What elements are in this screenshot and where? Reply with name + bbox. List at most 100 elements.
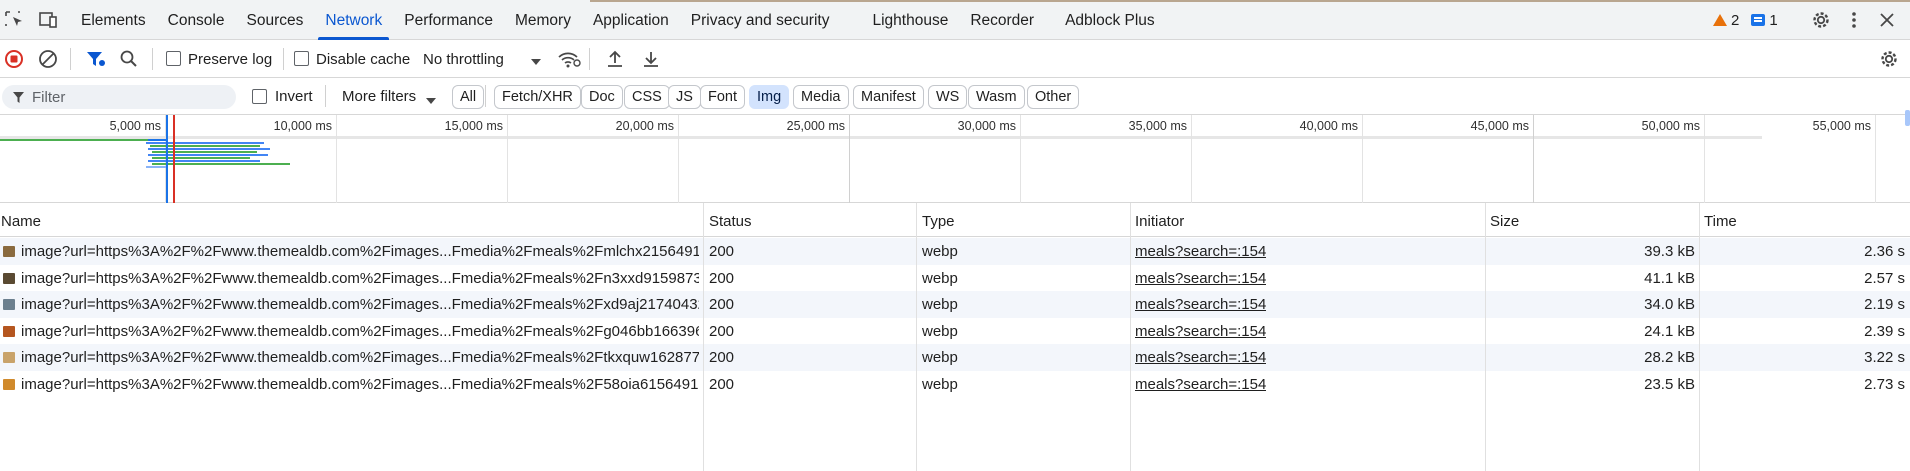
filter-input[interactable]	[32, 87, 227, 107]
type-filter-media[interactable]: Media	[793, 85, 849, 109]
overview-scroll-handle[interactable]	[1905, 110, 1910, 126]
request-initiator-link[interactable]: meals?search=:154	[1135, 349, 1266, 366]
type-filter-other[interactable]: Other	[1027, 85, 1080, 109]
requests-table-body: image?url=https%3A%2F%2Fwww.themealdb.co…	[0, 238, 1910, 397]
tab-recorder[interactable]: Recorder	[959, 0, 1054, 40]
column-header-initiator[interactable]: Initiator	[1135, 213, 1184, 230]
stop-recording-icon[interactable]	[4, 49, 24, 72]
column-divider[interactable]	[1130, 203, 1131, 471]
timeline-overview[interactable]: 5,000 ms 10,000 ms 15,000 ms 20,000 ms 2…	[0, 115, 1910, 203]
device-toolbar-icon[interactable]	[37, 10, 59, 30]
waterfall-bar	[146, 142, 264, 144]
column-header-time[interactable]: Time	[1704, 213, 1737, 230]
type-filter-fetch-xhr[interactable]: Fetch/XHR	[494, 85, 581, 109]
warning-icon	[1713, 14, 1727, 26]
column-header-size[interactable]: Size	[1490, 213, 1519, 230]
network-settings-gear-icon[interactable]	[1878, 49, 1900, 72]
close-icon[interactable]	[1876, 10, 1898, 30]
request-type: webp	[922, 296, 958, 313]
invert-checkbox[interactable]	[252, 89, 267, 104]
gridline	[1533, 115, 1534, 203]
warning-count: 2	[1731, 11, 1740, 29]
gridline	[678, 115, 679, 203]
disable-cache-label: Disable cache	[316, 51, 411, 68]
request-initiator-link[interactable]: meals?search=:154	[1135, 323, 1266, 340]
tab-privacy-and-security[interactable]: Privacy and security	[680, 0, 862, 40]
request-name[interactable]: image?url=https%3A%2F%2Fwww.themealdb.co…	[21, 243, 699, 260]
tick-label: 15,000 ms	[444, 119, 503, 133]
settings-gear-icon[interactable]	[1810, 10, 1832, 30]
more-filters-button[interactable]: More filters	[342, 88, 416, 105]
request-size: 23.5 kB	[1644, 375, 1695, 393]
preserve-log-checkbox[interactable]	[166, 51, 181, 66]
column-header-type[interactable]: Type	[922, 213, 955, 230]
type-filter-wasm[interactable]: Wasm	[968, 85, 1025, 109]
request-size: 41.1 kB	[1644, 269, 1695, 287]
image-thumbnail	[3, 299, 15, 310]
import-har-icon[interactable]	[605, 49, 625, 72]
issues-counter[interactable]: 2 1	[1713, 0, 1778, 40]
type-filter-css[interactable]: CSS	[624, 85, 670, 109]
tab-lighthouse[interactable]: Lighthouse	[861, 0, 959, 40]
request-size: 24.1 kB	[1644, 322, 1695, 340]
type-filter-font[interactable]: Font	[700, 85, 746, 109]
export-har-icon[interactable]	[641, 49, 661, 72]
tick-label: 5,000 ms	[109, 119, 161, 133]
tab-application[interactable]: Application	[582, 0, 680, 40]
request-initiator-link[interactable]: meals?search=:154	[1135, 270, 1266, 287]
column-header-status[interactable]: Status	[709, 213, 752, 230]
request-name[interactable]: image?url=https%3A%2F%2Fwww.themealdb.co…	[21, 296, 699, 313]
network-toolbar: Preserve log Disable cache No throttling	[0, 40, 1910, 78]
gridline	[1020, 115, 1021, 203]
image-thumbnail	[3, 246, 15, 257]
clear-icon[interactable]	[38, 49, 58, 72]
column-divider[interactable]	[916, 203, 917, 471]
throttling-select[interactable]: No throttling	[423, 51, 504, 68]
request-initiator-link[interactable]: meals?search=:154	[1135, 296, 1266, 313]
type-filter-img[interactable]: Img	[749, 85, 790, 109]
request-time: 2.19 s	[1864, 296, 1905, 313]
waterfall-bar	[152, 151, 257, 153]
invert-label: Invert	[275, 88, 313, 105]
table-row[interactable]: image?url=https%3A%2F%2Fwww.themealdb.co…	[0, 291, 1910, 318]
divider	[589, 48, 590, 70]
table-row[interactable]: image?url=https%3A%2F%2Fwww.themealdb.co…	[0, 318, 1910, 345]
tab-performance[interactable]: Performance	[393, 0, 504, 40]
type-filter-manifest[interactable]: Manifest	[853, 85, 924, 109]
column-divider[interactable]	[1485, 203, 1486, 471]
column-header-name[interactable]: Name	[1, 213, 41, 230]
request-name[interactable]: image?url=https%3A%2F%2Fwww.themealdb.co…	[21, 270, 699, 287]
request-initiator-link[interactable]: meals?search=:154	[1135, 376, 1266, 393]
type-filter-doc[interactable]: Doc	[581, 85, 623, 109]
tab-adblock-plus[interactable]: Adblock Plus	[1054, 0, 1166, 40]
request-initiator-link[interactable]: meals?search=:154	[1135, 243, 1266, 260]
filter-funnel-icon[interactable]	[85, 49, 107, 72]
gridline	[1191, 115, 1192, 203]
table-row[interactable]: image?url=https%3A%2F%2Fwww.themealdb.co…	[0, 238, 1910, 265]
more-options-icon[interactable]	[1843, 10, 1865, 30]
chevron-down-icon[interactable]	[530, 54, 542, 70]
type-filter-js[interactable]: JS	[668, 85, 701, 109]
type-filter-ws[interactable]: WS	[928, 85, 968, 109]
table-row[interactable]: image?url=https%3A%2F%2Fwww.themealdb.co…	[0, 265, 1910, 292]
tab-memory[interactable]: Memory	[504, 0, 582, 40]
chevron-down-icon[interactable]	[425, 93, 437, 109]
tab-console[interactable]: Console	[157, 0, 236, 40]
tab-sources[interactable]: Sources	[236, 0, 315, 40]
column-divider[interactable]	[1699, 203, 1700, 471]
table-row[interactable]: image?url=https%3A%2F%2Fwww.themealdb.co…	[0, 371, 1910, 398]
request-name[interactable]: image?url=https%3A%2F%2Fwww.themealdb.co…	[21, 376, 699, 393]
search-icon[interactable]	[119, 49, 139, 72]
type-filter-all[interactable]: All	[452, 85, 485, 109]
table-row[interactable]: image?url=https%3A%2F%2Fwww.themealdb.co…	[0, 344, 1910, 371]
request-name[interactable]: image?url=https%3A%2F%2Fwww.themealdb.co…	[21, 349, 699, 366]
request-name[interactable]: image?url=https%3A%2F%2Fwww.themealdb.co…	[21, 323, 699, 340]
tab-elements[interactable]: Elements	[70, 0, 157, 40]
column-divider[interactable]	[703, 203, 704, 471]
message-count: 1	[1769, 11, 1778, 29]
network-conditions-icon[interactable]	[557, 49, 581, 72]
request-status: 200	[709, 349, 735, 366]
inspect-element-icon[interactable]	[4, 10, 26, 30]
tab-network[interactable]: Network	[314, 0, 393, 40]
disable-cache-checkbox[interactable]	[294, 51, 309, 66]
